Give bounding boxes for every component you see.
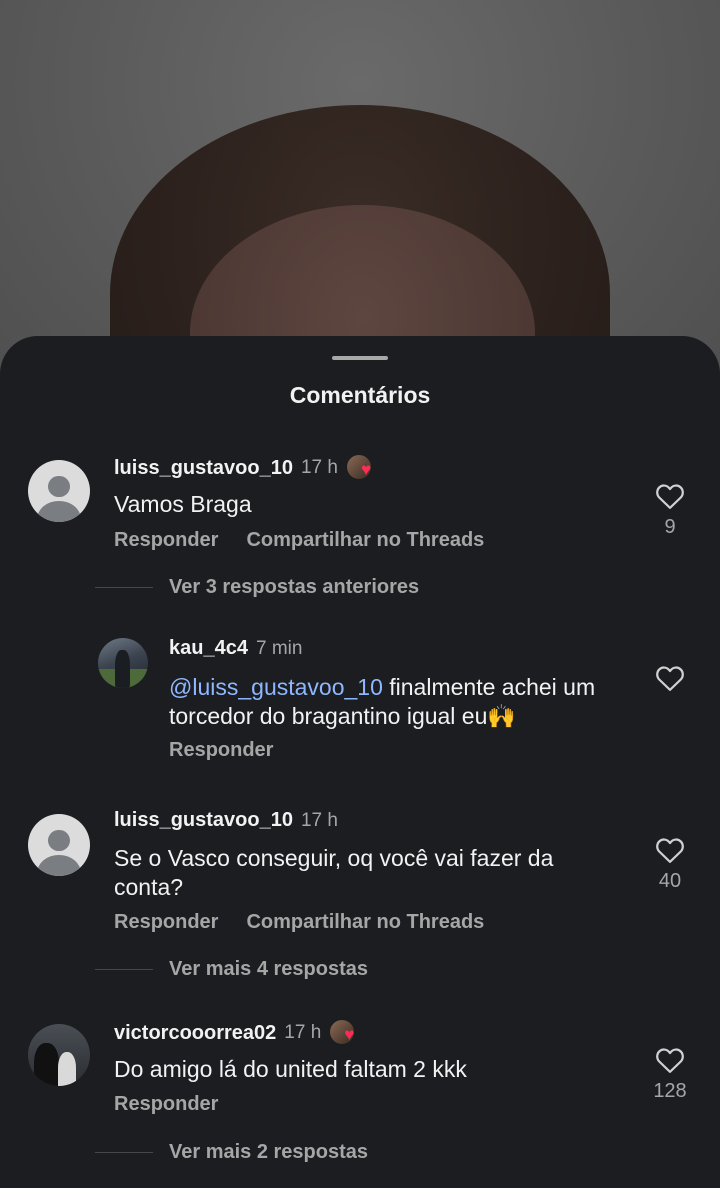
creator-liked-icon: ♥ [329, 1019, 359, 1047]
comment-username[interactable]: kau_4c4 [169, 637, 248, 660]
avatar-person [34, 1042, 59, 1086]
avatar[interactable] [98, 638, 148, 688]
comment-meta: luiss_gustavoo_10 17 h ♥ [114, 454, 376, 482]
comment-text: @luiss_gustavoo_10 finalmente achei um t… [169, 673, 619, 731]
avatar[interactable] [28, 460, 90, 522]
comment-actions: Responder Compartilhar no Threads [114, 529, 484, 552]
like-button[interactable]: 40 [640, 836, 700, 893]
user-mention-link[interactable]: @luiss_gustavoo_10 [169, 674, 383, 700]
heart-icon: ♥ [344, 1025, 355, 1044]
reply-button[interactable]: Responder [114, 1093, 218, 1116]
heart-outline-icon [656, 838, 684, 863]
comment-username[interactable]: luiss_gustavoo_10 [114, 809, 293, 832]
comment-time: 17 h [300, 809, 338, 831]
like-button[interactable]: 9 [640, 482, 700, 539]
reply-button[interactable]: Responder [114, 529, 218, 552]
heart-outline-icon [656, 484, 684, 509]
comment-text: Vamos Braga [114, 491, 252, 517]
avatar-person [57, 1051, 77, 1086]
comment-text: Se o Vasco conseguir, oq você vai fazer … [114, 845, 554, 900]
comment-meta: kau_4c4 7 min [169, 637, 302, 660]
avatar[interactable] [28, 1024, 90, 1086]
view-replies-button[interactable]: Ver mais 4 respostas [95, 958, 368, 981]
heart-icon: ♥ [360, 460, 372, 479]
replies-divider [95, 969, 153, 970]
replies-divider [95, 587, 153, 588]
comment-meta: luiss_gustavoo_10 17 h [114, 809, 338, 832]
avatar-head [48, 830, 70, 852]
reply-button[interactable]: Responder [114, 911, 218, 934]
comment-actions: Responder [169, 739, 273, 762]
view-replies-button[interactable]: Ver 3 respostas anteriores [95, 576, 419, 599]
comments-sheet: Comentários luiss_gustavoo_10 17 h ♥ Vam… [0, 336, 720, 1188]
comment-meta: victorcooorrea02 17 h ♥ [114, 1019, 359, 1047]
like-count: 40 [658, 870, 682, 892]
view-replies-label: Ver mais 4 respostas [169, 958, 369, 980]
comment-actions: Responder [114, 1093, 218, 1116]
like-button[interactable] [640, 664, 700, 692]
avatar-body [37, 854, 81, 876]
view-replies-label: Ver mais 2 respostas [169, 1141, 369, 1163]
view-replies-label: Ver 3 respostas anteriores [169, 576, 420, 598]
share-threads-button[interactable]: Compartilhar no Threads [246, 911, 484, 934]
like-count: 9 [664, 516, 676, 538]
like-count: 128 [653, 1080, 687, 1102]
avatar-body [37, 500, 81, 522]
creator-liked-icon: ♥ [345, 454, 376, 482]
heart-outline-icon [656, 1048, 684, 1073]
like-button[interactable]: 128 [640, 1046, 700, 1103]
sheet-title: Comentários [289, 382, 431, 408]
heart-outline-icon [656, 666, 684, 691]
avatar[interactable] [28, 814, 90, 876]
share-threads-button[interactable]: Compartilhar no Threads [246, 529, 484, 552]
comment-username[interactable]: luiss_gustavoo_10 [114, 457, 293, 480]
comment-time: 17 h [284, 1022, 322, 1043]
reply-button[interactable]: Responder [169, 739, 273, 762]
drag-handle[interactable] [332, 356, 388, 360]
comment-username[interactable]: victorcooorrea02 [114, 1022, 276, 1045]
comment-time: 17 h [300, 457, 338, 478]
comment-actions: Responder Compartilhar no Threads [114, 911, 484, 934]
avatar-figure [115, 650, 130, 688]
view-replies-button[interactable]: Ver mais 2 respostas [95, 1141, 368, 1164]
comment-time: 7 min [255, 637, 303, 659]
avatar-head [48, 476, 70, 498]
comment-text: Do amigo lá do united faltam 2 kkk [114, 1056, 467, 1082]
replies-divider [95, 1152, 153, 1153]
